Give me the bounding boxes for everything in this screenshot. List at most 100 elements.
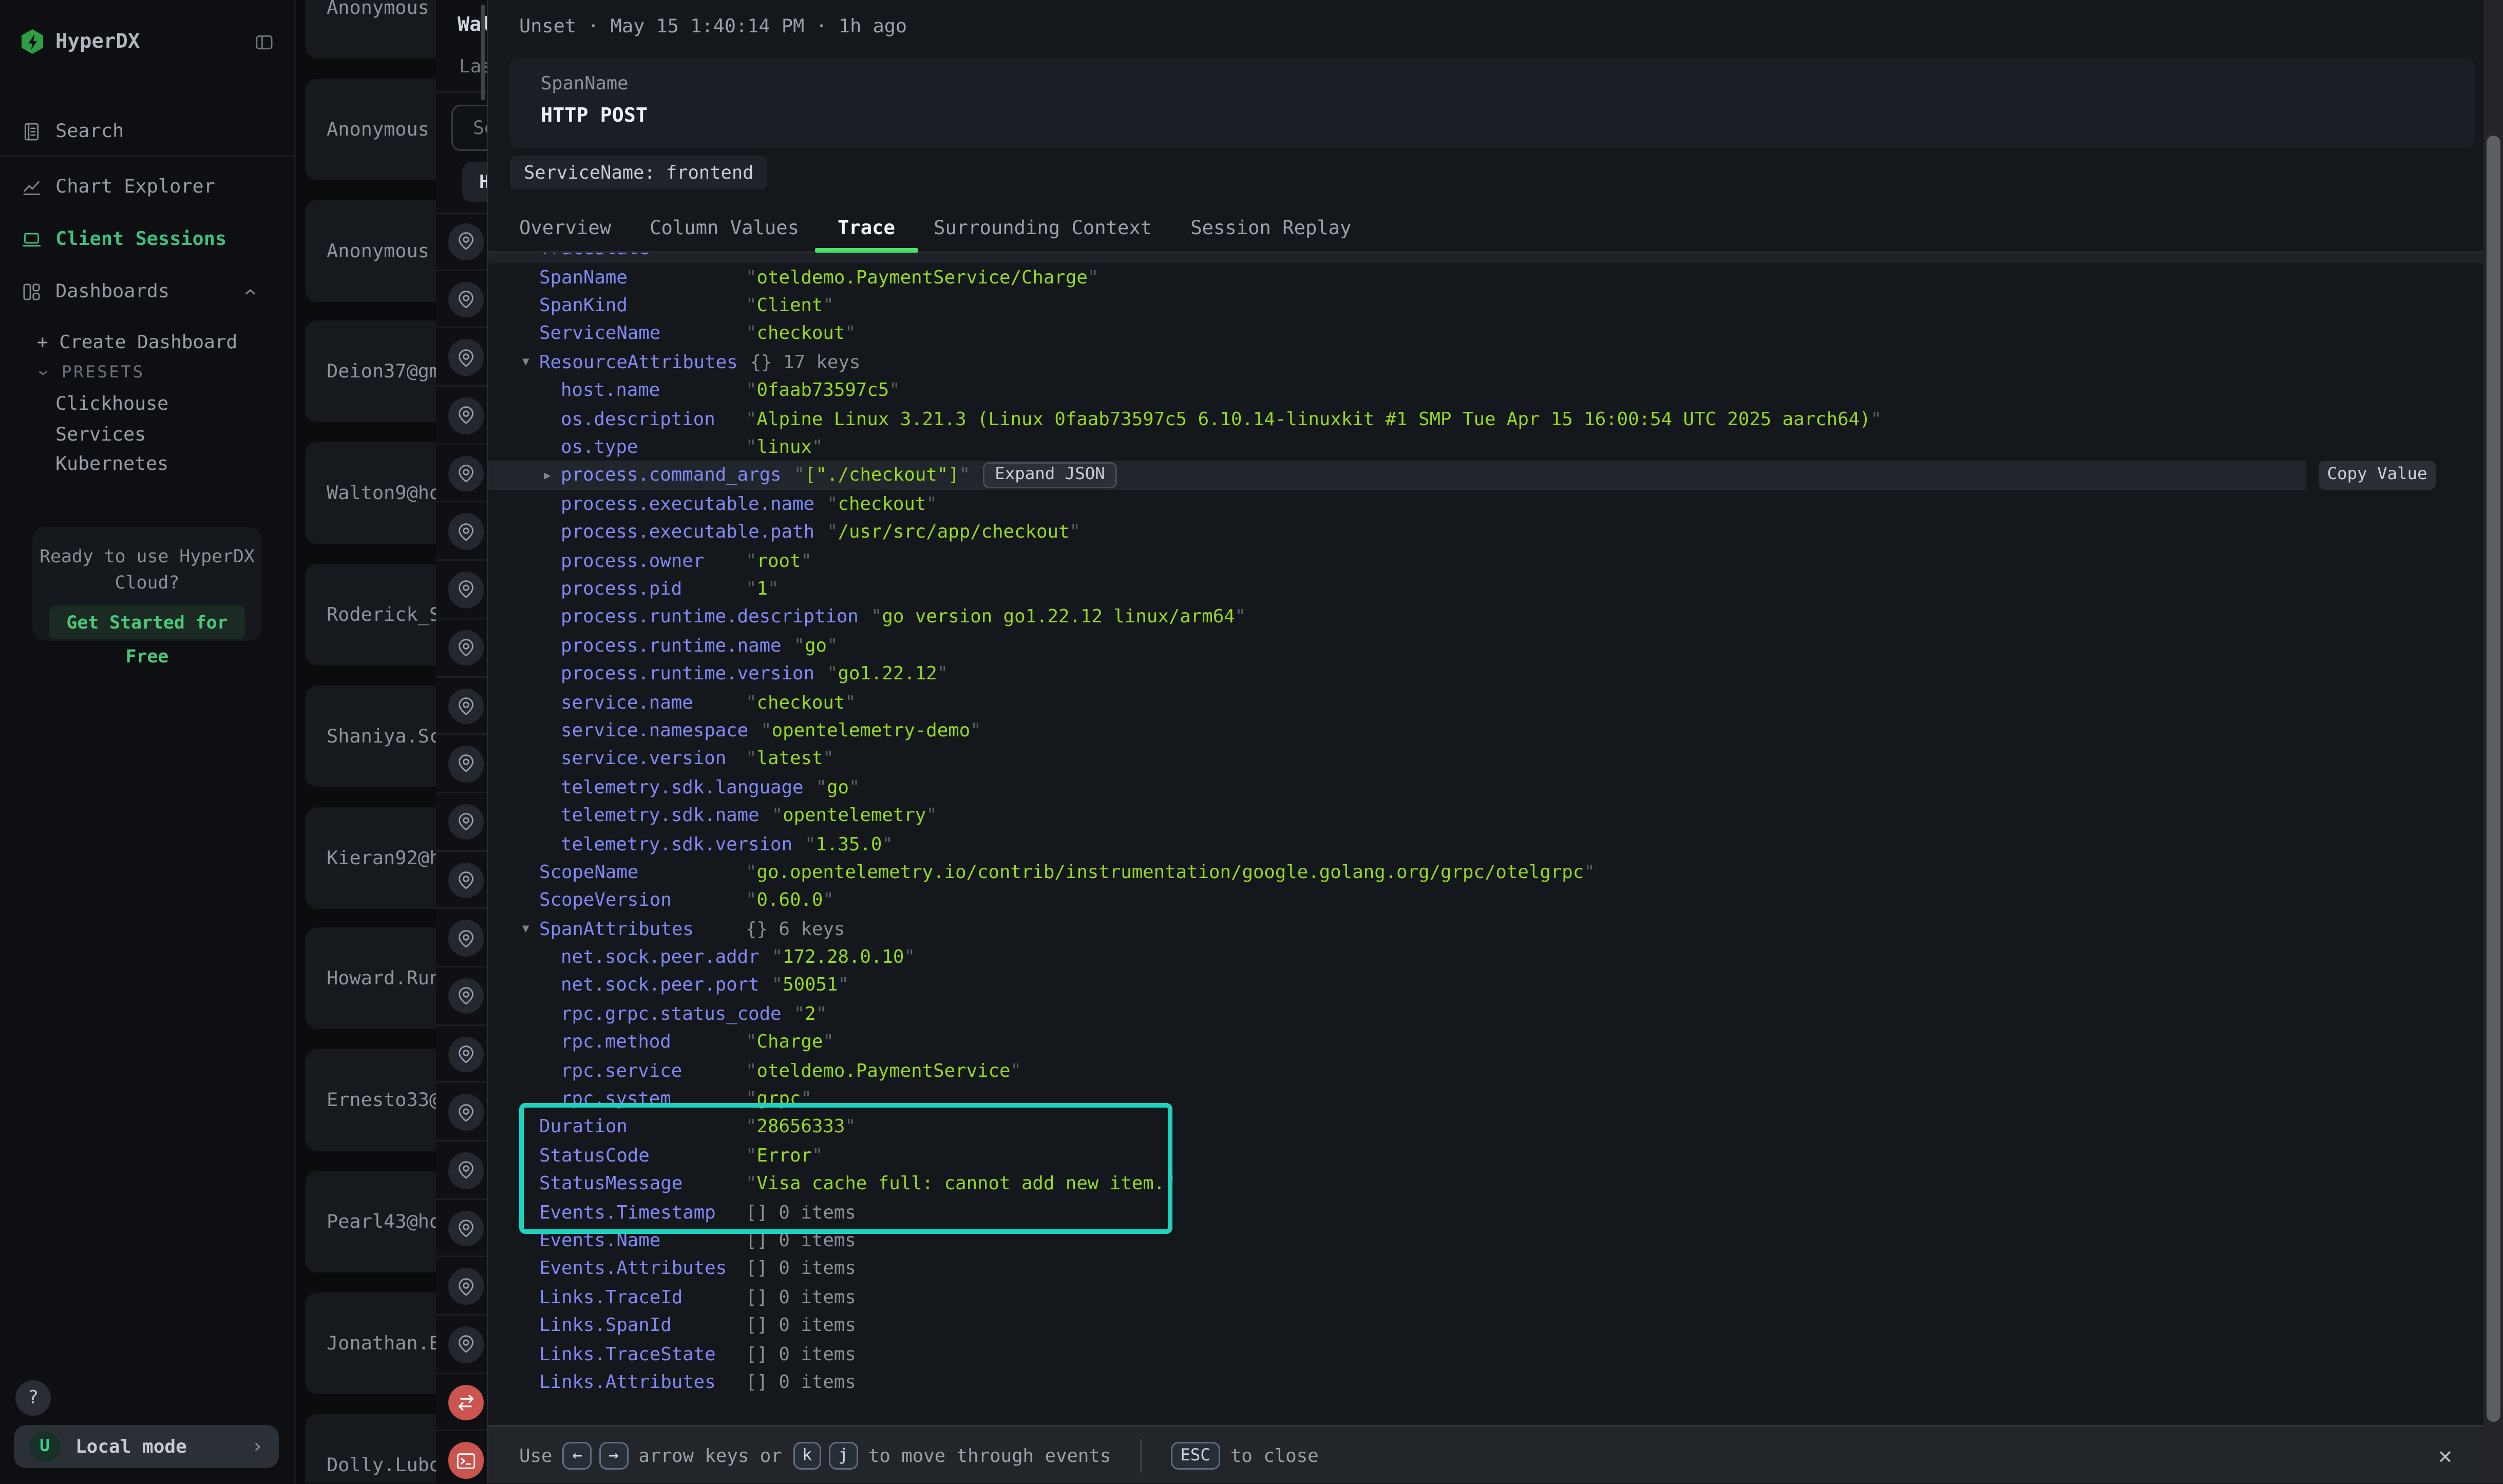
quote: " [746,1116,757,1137]
tab-label: Surrounding Context [934,215,1152,238]
session-card[interactable]: Dolly.Lubo [305,1414,436,1484]
events-scrollbar-thumb[interactable] [481,5,485,100]
attr-row-servicename: ServiceName"checkout" [488,319,2483,348]
session-card[interactable]: Howard.Run [305,928,436,1030]
event-row[interactable] [436,677,487,735]
session-card[interactable]: Ernesto33@ [305,1050,436,1151]
pin-icon [448,1036,484,1073]
event-row[interactable] [436,1316,487,1374]
caret-right-icon[interactable]: ▶ [544,468,561,482]
quote: " [794,464,805,486]
attr-row-rpc-method: rpc.method"Charge" [488,1028,2483,1056]
help-button[interactable]: ? [15,1380,51,1416]
event-row[interactable] [436,561,487,619]
event-row[interactable] [436,213,487,271]
session-card-label: Anonymous [327,240,429,261]
pin-icon [448,978,484,1015]
attr-row-process-runtime-name: process.runtime.name"go" [488,631,2483,659]
presets-toggle[interactable]: PRESETS [35,362,145,382]
attr-key: rpc.system [561,1088,733,1109]
session-card[interactable]: Deion37@gm [305,321,436,423]
attr-meta: [] 0 items [746,1201,856,1223]
attr-key: Duration [539,1116,733,1137]
attr-key: process.runtime.name [561,634,782,656]
session-card[interactable]: Anonymous [305,200,436,301]
event-row[interactable] [436,503,487,561]
tab-surrounding-context[interactable]: Surrounding Context [934,202,1152,251]
event-row[interactable] [436,967,487,1025]
event-row[interactable] [436,1083,487,1141]
session-card[interactable]: Roderick_S [305,564,436,665]
caret-down-icon[interactable]: ▼ [522,355,539,369]
sidebar-item-client-sessions[interactable]: Client Sessions [22,226,226,251]
quote: " [1235,606,1246,627]
event-row[interactable] [436,1258,487,1316]
preset-item-clickhouse[interactable]: Clickhouse [55,393,168,414]
event-row[interactable] [436,851,487,909]
pin-icon [448,281,484,318]
attr-value: go version go1.22.12 linux/arm64 [882,606,1235,627]
drawer-scrollbar-thumb[interactable] [2486,136,2500,1422]
cloud-promo-line1: Ready to use HyperDX [32,544,262,569]
events-filter-chip[interactable]: H [462,162,487,202]
event-row[interactable] [436,1200,487,1258]
session-card[interactable]: Jonathan.B [305,1292,436,1394]
event-row[interactable] [436,1374,487,1432]
sidebar-collapse-icon[interactable] [254,32,274,52]
drawer-scrollbar[interactable] [2483,0,2503,1484]
attr-row-service-name: service.name"checkout" [488,688,2483,716]
quote: " [746,379,757,401]
attr-key: telemetry.sdk.language [561,776,804,797]
attr-row-process-command-args[interactable]: ▶process.command_args"["./checkout"]"Exp… [488,461,2483,489]
event-row[interactable] [436,387,487,445]
event-row[interactable] [436,909,487,967]
sidebar-divider [0,156,294,157]
event-row[interactable] [436,793,487,851]
attr-key: SpanAttributes [539,918,733,939]
nav-keycaps: kj [793,1441,858,1469]
event-row[interactable] [436,271,487,329]
event-row[interactable] [436,1141,487,1200]
session-card[interactable]: Shaniya.Sc [305,685,436,787]
sidebar-item-search[interactable]: Search [22,119,124,143]
attr-row-rpc-service: rpc.service"oteldemo.PaymentService" [488,1056,2483,1084]
tab-session-replay[interactable]: Session Replay [1190,202,1351,251]
session-card[interactable]: Anonymous [305,78,436,180]
session-card[interactable]: Anonymous [305,0,436,59]
attr-value: checkout [838,492,926,514]
event-row[interactable] [436,445,487,503]
attr-key: Events.Attributes [539,1258,733,1279]
event-row[interactable] [436,1025,487,1083]
sidebar-item-dashboards[interactable]: Dashboards [22,279,259,303]
session-card[interactable]: Kieran92@h [305,807,436,908]
session-card[interactable]: Pearl43@ho [305,1171,436,1272]
footer-use-text: Use [519,1444,552,1466]
event-row[interactable] [436,1432,487,1484]
caret-down-icon[interactable]: ▼ [522,922,539,936]
arrow-keycaps: ←→ [563,1441,628,1469]
event-row[interactable] [436,329,487,387]
event-row[interactable] [436,619,487,677]
tab-overview[interactable]: Overview [519,202,611,251]
preset-item-kubernetes[interactable]: Kubernetes [55,453,168,475]
attr-value: Visa cache full: cannot add new item. [757,1173,1165,1194]
expand-json-button[interactable]: Expand JSON [982,463,1117,488]
attr-key: Links.TraceState [539,1343,733,1364]
sidebar-item-chart-explorer[interactable]: Chart Explorer [22,174,215,199]
event-row[interactable] [436,735,487,793]
events-search-input[interactable]: Sea [451,105,487,151]
attr-value: go [827,776,849,797]
local-mode-menu[interactable]: U Local mode › [14,1425,279,1468]
service-name-tag[interactable]: ServiceName: frontend [510,156,767,189]
tab-trace[interactable]: Trace [838,202,895,251]
tab-column-values[interactable]: Column Values [650,202,799,251]
attr-key: process.runtime.version [561,662,814,684]
copy-value-button[interactable]: Copy Value [2319,461,2436,489]
attr-key: host.name [561,379,733,401]
close-icon[interactable]: ✕ [2438,1441,2452,1469]
preset-item-services[interactable]: Services [55,423,146,445]
get-started-button[interactable]: Get Started for Free [49,605,245,639]
session-card[interactable]: Walton9@ho [305,443,436,544]
attr-value: Alpine Linux 3.21.3 (Linux 0faab73597c5 … [757,408,1871,429]
create-dashboard-button[interactable]: + Create Dashboard [37,331,237,353]
